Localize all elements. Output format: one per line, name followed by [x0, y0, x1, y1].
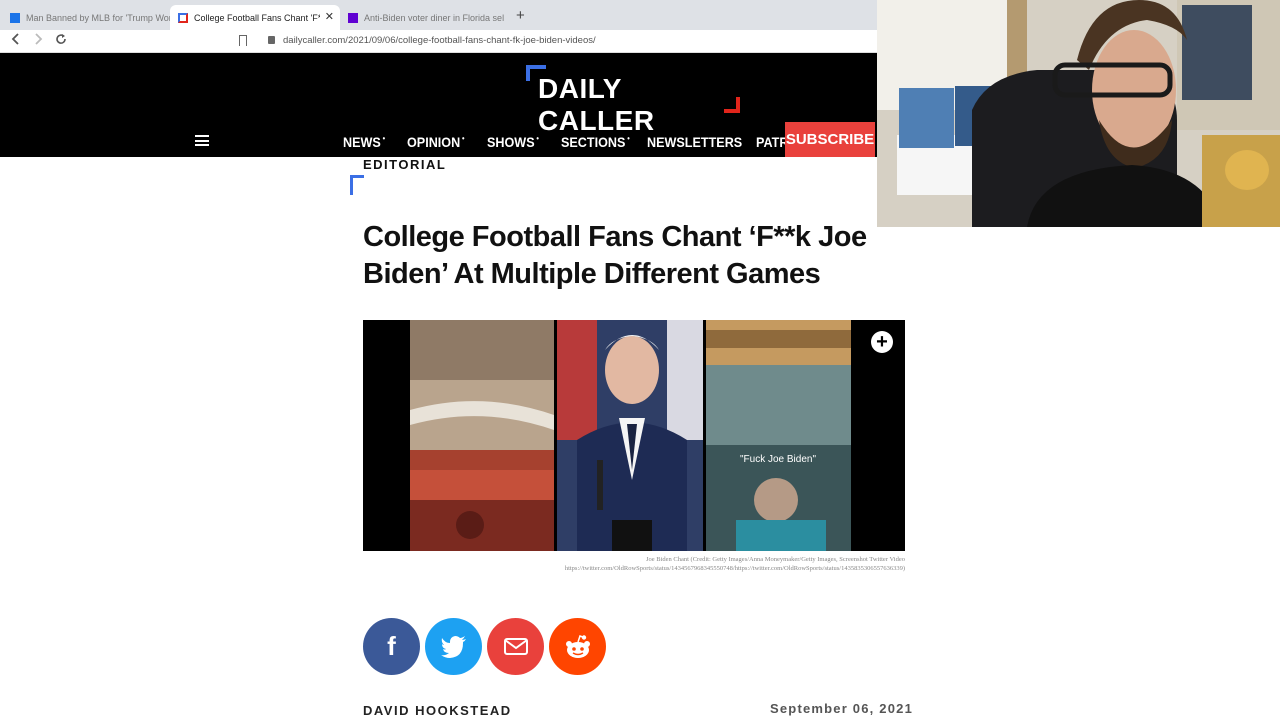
- hamburger-menu-icon[interactable]: [195, 135, 209, 146]
- lock-icon: [268, 36, 275, 44]
- hero-image[interactable]: "Fuck Joe Biden" +: [363, 320, 905, 551]
- webcam-overlay: [877, 0, 1280, 227]
- video-subtitle-text: "Fuck Joe Biden": [740, 454, 816, 465]
- nav-label: NEWSLETTERS: [647, 134, 743, 150]
- nav-label: SECTIONS: [561, 134, 626, 150]
- expand-plus-icon[interactable]: +: [871, 331, 893, 353]
- nav-shows[interactable]: SHOWS •: [487, 134, 539, 150]
- stadium-crowd-image: [410, 320, 554, 551]
- dropdown-dot-icon: •: [536, 134, 539, 143]
- image-caption: Joe Biden Chant (Credit: Getty Images/An…: [420, 555, 905, 573]
- dropdown-dot-icon: •: [382, 134, 386, 143]
- dropdown-dot-icon: •: [627, 134, 630, 143]
- nav-opinion[interactable]: OPINION •: [407, 134, 465, 150]
- yahoo-favicon-icon: [348, 12, 358, 23]
- nav-sections[interactable]: SECTIONS •: [561, 134, 630, 150]
- share-facebook-button[interactable]: f: [363, 618, 420, 675]
- twitter-bird-icon: [440, 635, 466, 658]
- reload-icon[interactable]: [55, 33, 67, 48]
- bookmark-icon[interactable]: [239, 35, 247, 46]
- article: EDITORIAL College Football Fans Chant ‘F…: [0, 157, 1280, 720]
- url-text[interactable]: dailycaller.com/2021/09/06/college-footb…: [283, 35, 596, 46]
- close-tab-icon[interactable]: ✕: [325, 10, 334, 23]
- daily-caller-favicon-icon: [178, 12, 188, 23]
- joe-biden-image: [557, 320, 703, 551]
- nav-label: OPINION: [407, 134, 461, 150]
- site-favicon-icon: [10, 12, 20, 23]
- main-nav: NEWS • OPINION • SHOWS • SECTIONS • NEWSLETT…: [343, 127, 842, 157]
- address-bar: dailycaller.com/2021/09/06/college-footb…: [0, 30, 877, 53]
- dropdown-dot-icon: •: [462, 134, 465, 143]
- caption-credit: Joe Biden Chant (Credit: Getty Images/An…: [645, 556, 905, 563]
- nav-newsletters[interactable]: NEWSLETTERS: [647, 134, 742, 150]
- streamer-webcam-image: [877, 0, 1280, 227]
- reddit-alien-icon: [565, 634, 590, 658]
- nav-label: SHOWS: [487, 134, 535, 150]
- share-twitter-button[interactable]: [425, 618, 482, 675]
- nav-news[interactable]: NEWS •: [343, 134, 386, 150]
- tab-daily-caller[interactable]: College Football Fans Chant 'F**k ✕: [170, 5, 340, 30]
- kicker-accent: [350, 175, 364, 195]
- article-headline: College Football Fans Chant ‘F**k Joe Bi…: [363, 221, 867, 290]
- tab-title: College Football Fans Chant 'F**k: [194, 12, 320, 23]
- daily-caller-logo[interactable]: DAILY CALLER: [526, 65, 740, 136]
- caption-sources[interactable]: https://twitter.com/OldRowSports/status/…: [420, 564, 905, 573]
- facebook-icon: f: [387, 631, 396, 661]
- tab-title: Anti-Biden voter diner in Florida sells: [364, 12, 504, 23]
- kicker-label: EDITORIAL: [363, 157, 447, 172]
- email-envelope-icon: [503, 638, 528, 655]
- share-reddit-button[interactable]: [549, 618, 606, 675]
- tab-mlb[interactable]: Man Banned by MLB for 'Trump Won': [2, 5, 170, 30]
- subscribe-button[interactable]: SUBSCRIBE: [785, 122, 875, 157]
- forward-arrow-icon[interactable]: [33, 33, 43, 48]
- nav-label: NEWS: [343, 134, 381, 150]
- site-header: DAILY CALLER NEWS • OPINION • SHOWS • SECTI…: [0, 53, 877, 157]
- tab-title: Man Banned by MLB for 'Trump Won': [26, 12, 170, 23]
- article-author[interactable]: DAVID HOOKSTEAD: [363, 703, 512, 718]
- article-date: September 06, 2021: [770, 701, 914, 716]
- new-tab-button[interactable]: +: [516, 7, 525, 24]
- stadium-fans-video-image: "Fuck Joe Biden": [706, 320, 851, 551]
- tab-anti-biden-diner[interactable]: Anti-Biden voter diner in Florida sells: [340, 5, 506, 30]
- back-arrow-icon[interactable]: [11, 33, 21, 48]
- share-email-button[interactable]: [487, 618, 544, 675]
- tab-strip: Man Banned by MLB for 'Trump Won' Colleg…: [0, 0, 877, 30]
